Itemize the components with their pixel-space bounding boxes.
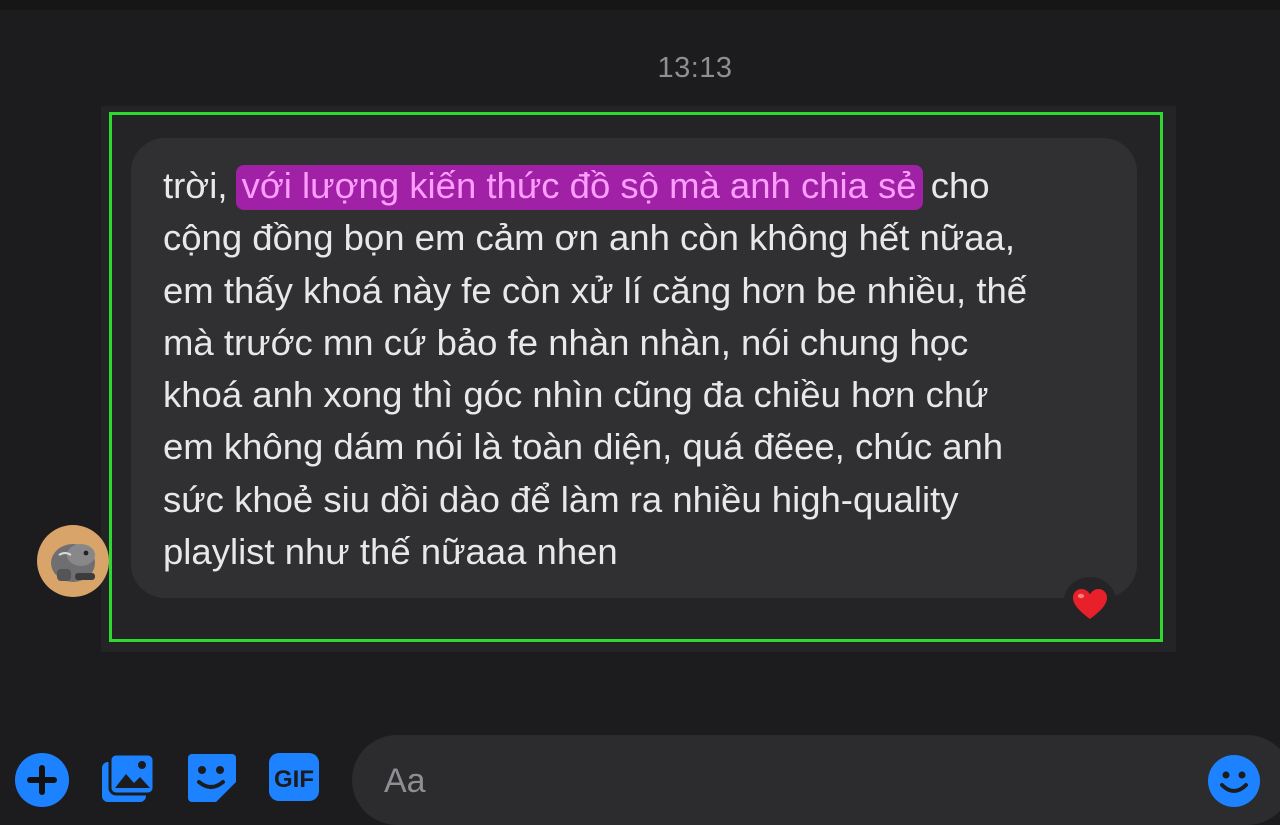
avatar-icon bbox=[51, 544, 95, 582]
gif-icon: GIF bbox=[269, 753, 319, 801]
selection-frame bbox=[109, 112, 1163, 642]
photo-icon bbox=[102, 752, 156, 802]
message-timestamp: 13:13 bbox=[657, 52, 733, 84]
sticker-icon bbox=[188, 754, 236, 802]
photo-button[interactable] bbox=[100, 752, 156, 809]
add-button[interactable] bbox=[14, 752, 70, 813]
gif-button[interactable]: GIF bbox=[268, 752, 320, 807]
emoji-button[interactable] bbox=[1207, 754, 1261, 813]
emoji-icon bbox=[1208, 755, 1260, 807]
top-bar bbox=[0, 0, 1280, 10]
sticker-button[interactable] bbox=[186, 752, 238, 809]
sender-avatar[interactable] bbox=[37, 525, 109, 597]
gif-label: GIF bbox=[274, 766, 314, 793]
plus-icon bbox=[15, 753, 69, 807]
message-composer: GIF Aa bbox=[0, 700, 1280, 825]
red-heart-icon bbox=[1073, 589, 1107, 619]
message-input[interactable] bbox=[352, 735, 1280, 825]
message-input-placeholder: Aa bbox=[384, 762, 426, 800]
reaction-badge[interactable] bbox=[1063, 577, 1117, 631]
